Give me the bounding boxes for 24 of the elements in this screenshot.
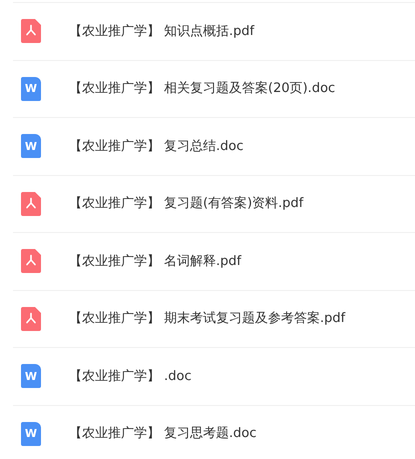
file-category: 【农业推广学】 [69, 368, 160, 386]
word-file-icon: W [21, 134, 41, 158]
file-category: 【农业推广学】 [69, 425, 160, 443]
file-name[interactable]: 知识点概括.pdf [164, 22, 254, 41]
word-file-icon: W [21, 364, 41, 388]
file-category: 【农业推广学】 [69, 310, 160, 328]
file-name[interactable]: 名词解释.pdf [164, 252, 242, 271]
file-name[interactable]: 相关复习题及答案(20页).doc [164, 79, 336, 98]
file-category: 【农业推广学】 [69, 195, 160, 213]
file-name[interactable]: 复习题(有答案)资料.pdf [164, 194, 304, 214]
file-name[interactable]: .doc [164, 366, 192, 386]
pdf-file-icon [21, 306, 41, 331]
file-category: 【农业推广学】 [69, 22, 160, 40]
file-category: 【农业推广学】 [69, 252, 160, 270]
word-file-icon: W [21, 76, 41, 101]
file-category: 【农业推广学】 [69, 138, 160, 156]
word-file-icon: W [21, 422, 41, 446]
pdf-file-icon [21, 192, 41, 216]
file-name[interactable]: 复习思考题.doc [164, 424, 256, 444]
file-name[interactable]: 期末考试复习题及参考答案.pdf [164, 309, 346, 328]
pdf-file-icon [21, 249, 41, 274]
pdf-file-icon [21, 19, 41, 44]
file-category: 【农业推广学】 [69, 80, 160, 98]
file-name[interactable]: 复习总结.doc [164, 136, 244, 156]
